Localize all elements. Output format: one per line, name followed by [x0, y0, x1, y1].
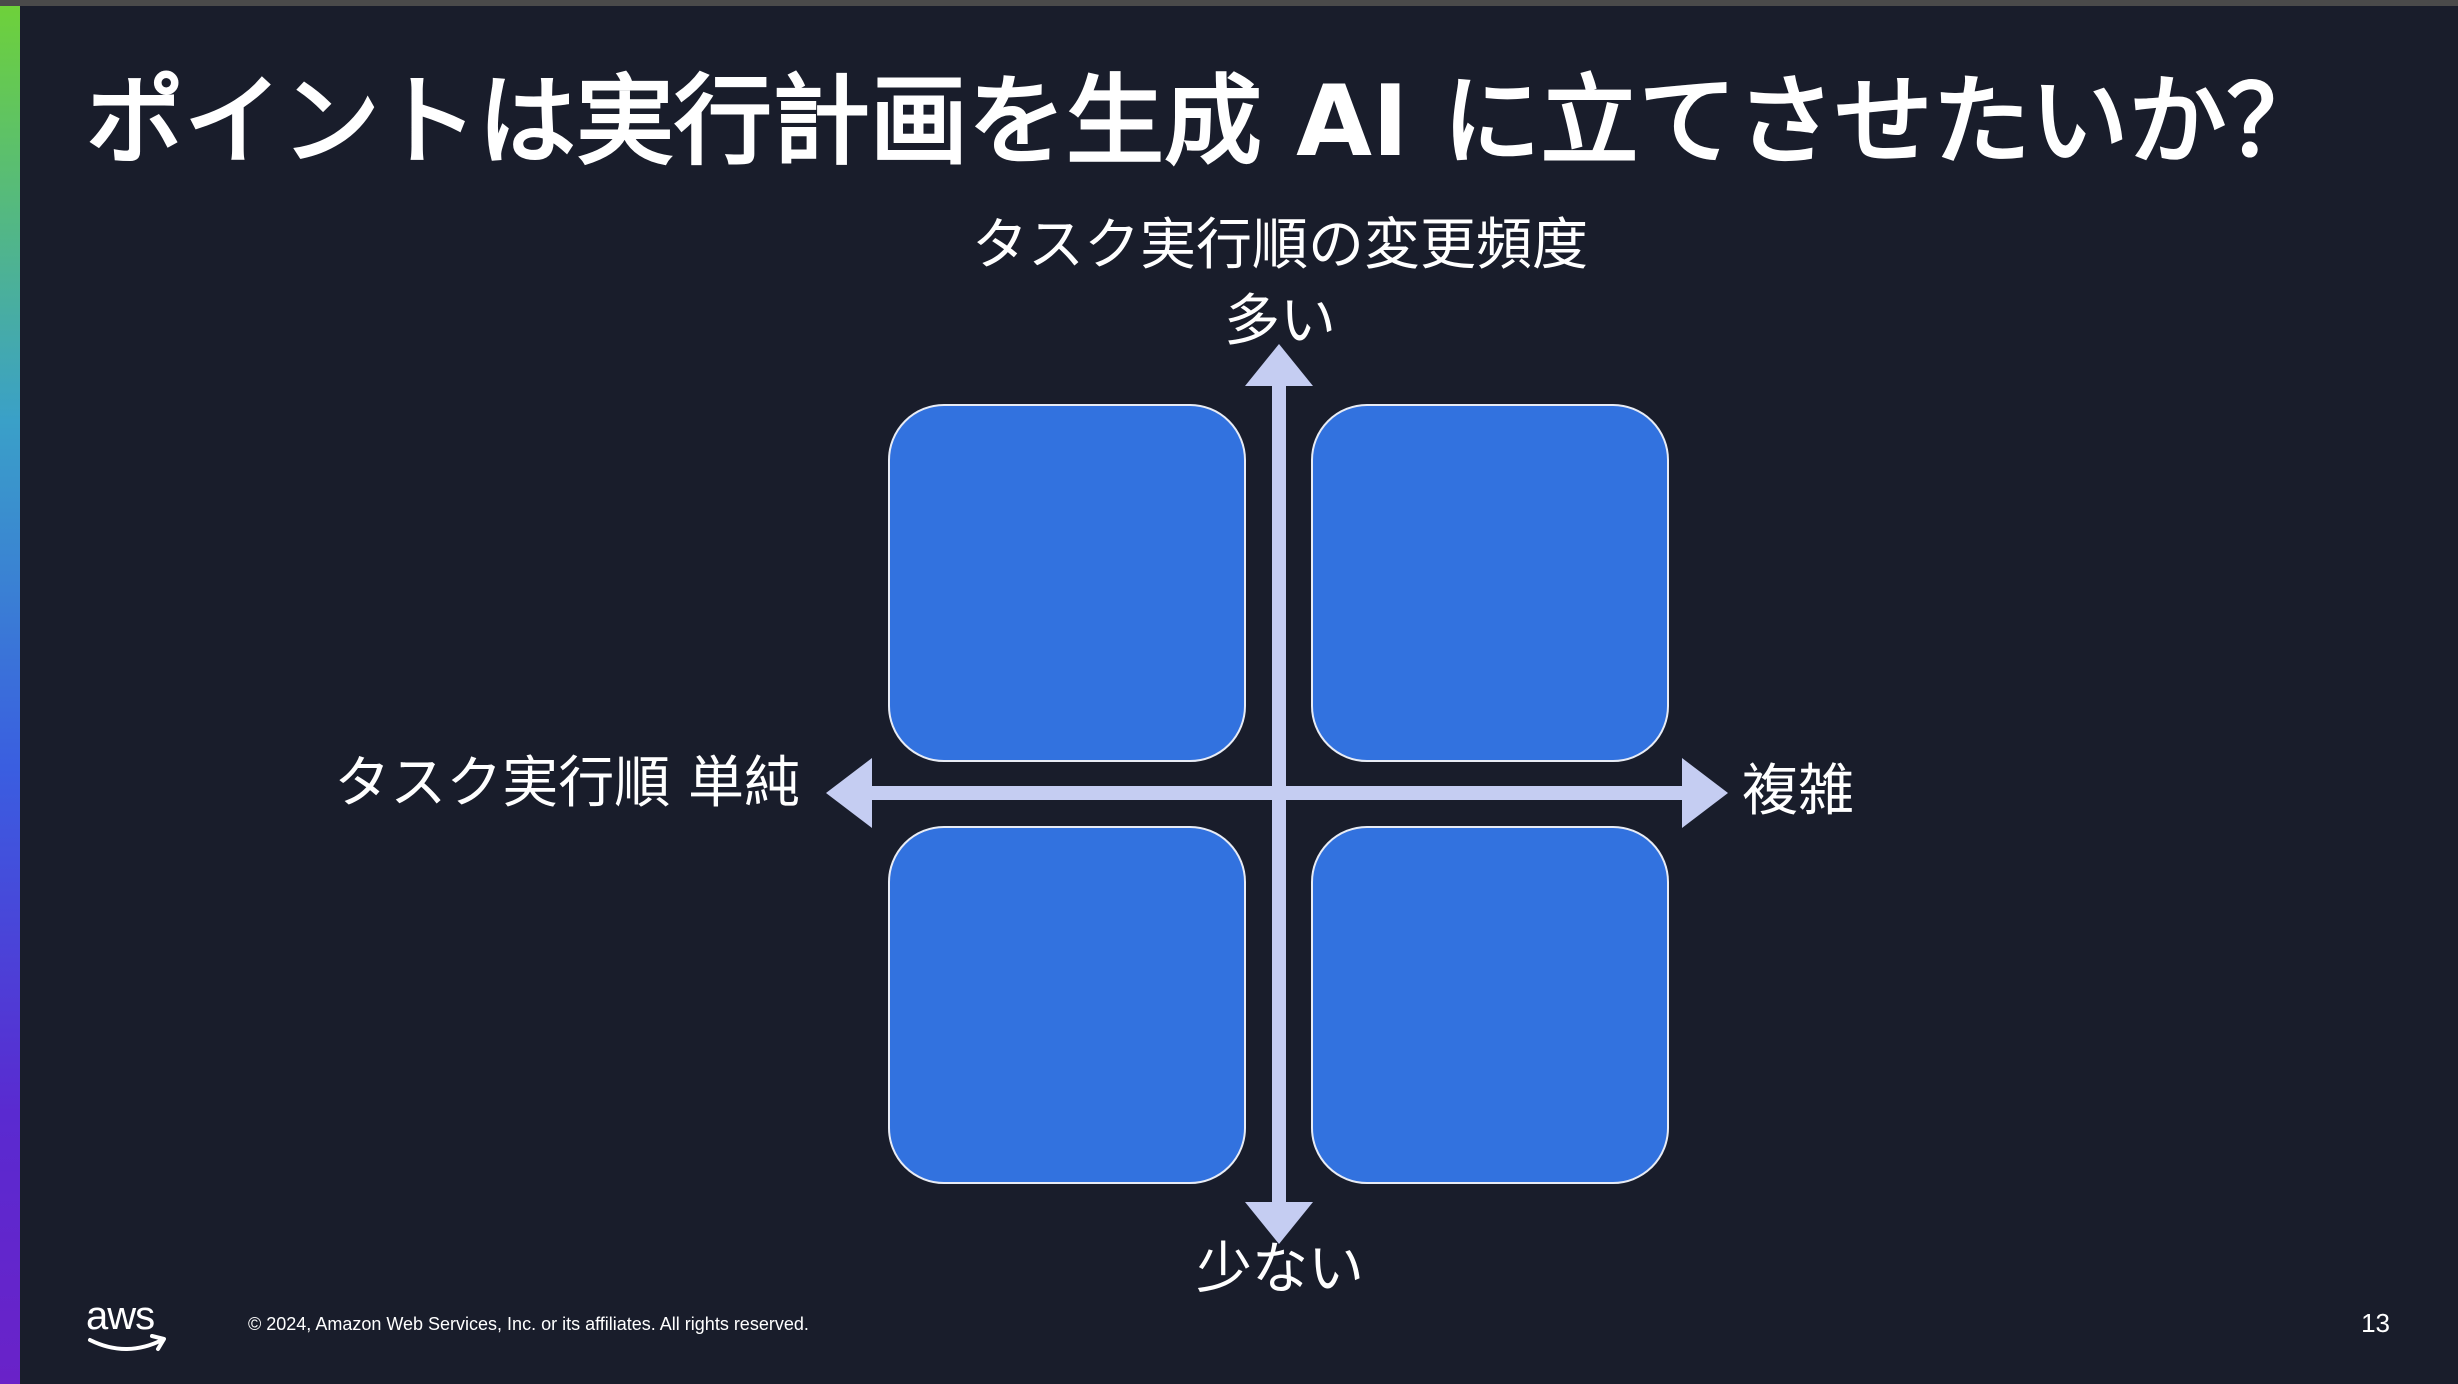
- horizontal-axis-line: [870, 786, 1690, 800]
- arrow-right-icon: [1682, 758, 1728, 828]
- aws-logo-icon: aws: [86, 1296, 176, 1356]
- arrow-down-icon: [1245, 1202, 1313, 1244]
- slide: ポイントは実行計画を生成 AI に立てさせたいか？ タスク実行順の変更頻度 多い…: [0, 0, 2458, 1384]
- copyright-text: © 2024, Amazon Web Services, Inc. or its…: [248, 1314, 809, 1334]
- page-number: 13: [2361, 1308, 2390, 1338]
- arrow-up-icon: [1245, 344, 1313, 386]
- axes: [826, 344, 1728, 1244]
- aws-smile-icon: [88, 1334, 166, 1351]
- arrow-left-icon: [826, 758, 872, 828]
